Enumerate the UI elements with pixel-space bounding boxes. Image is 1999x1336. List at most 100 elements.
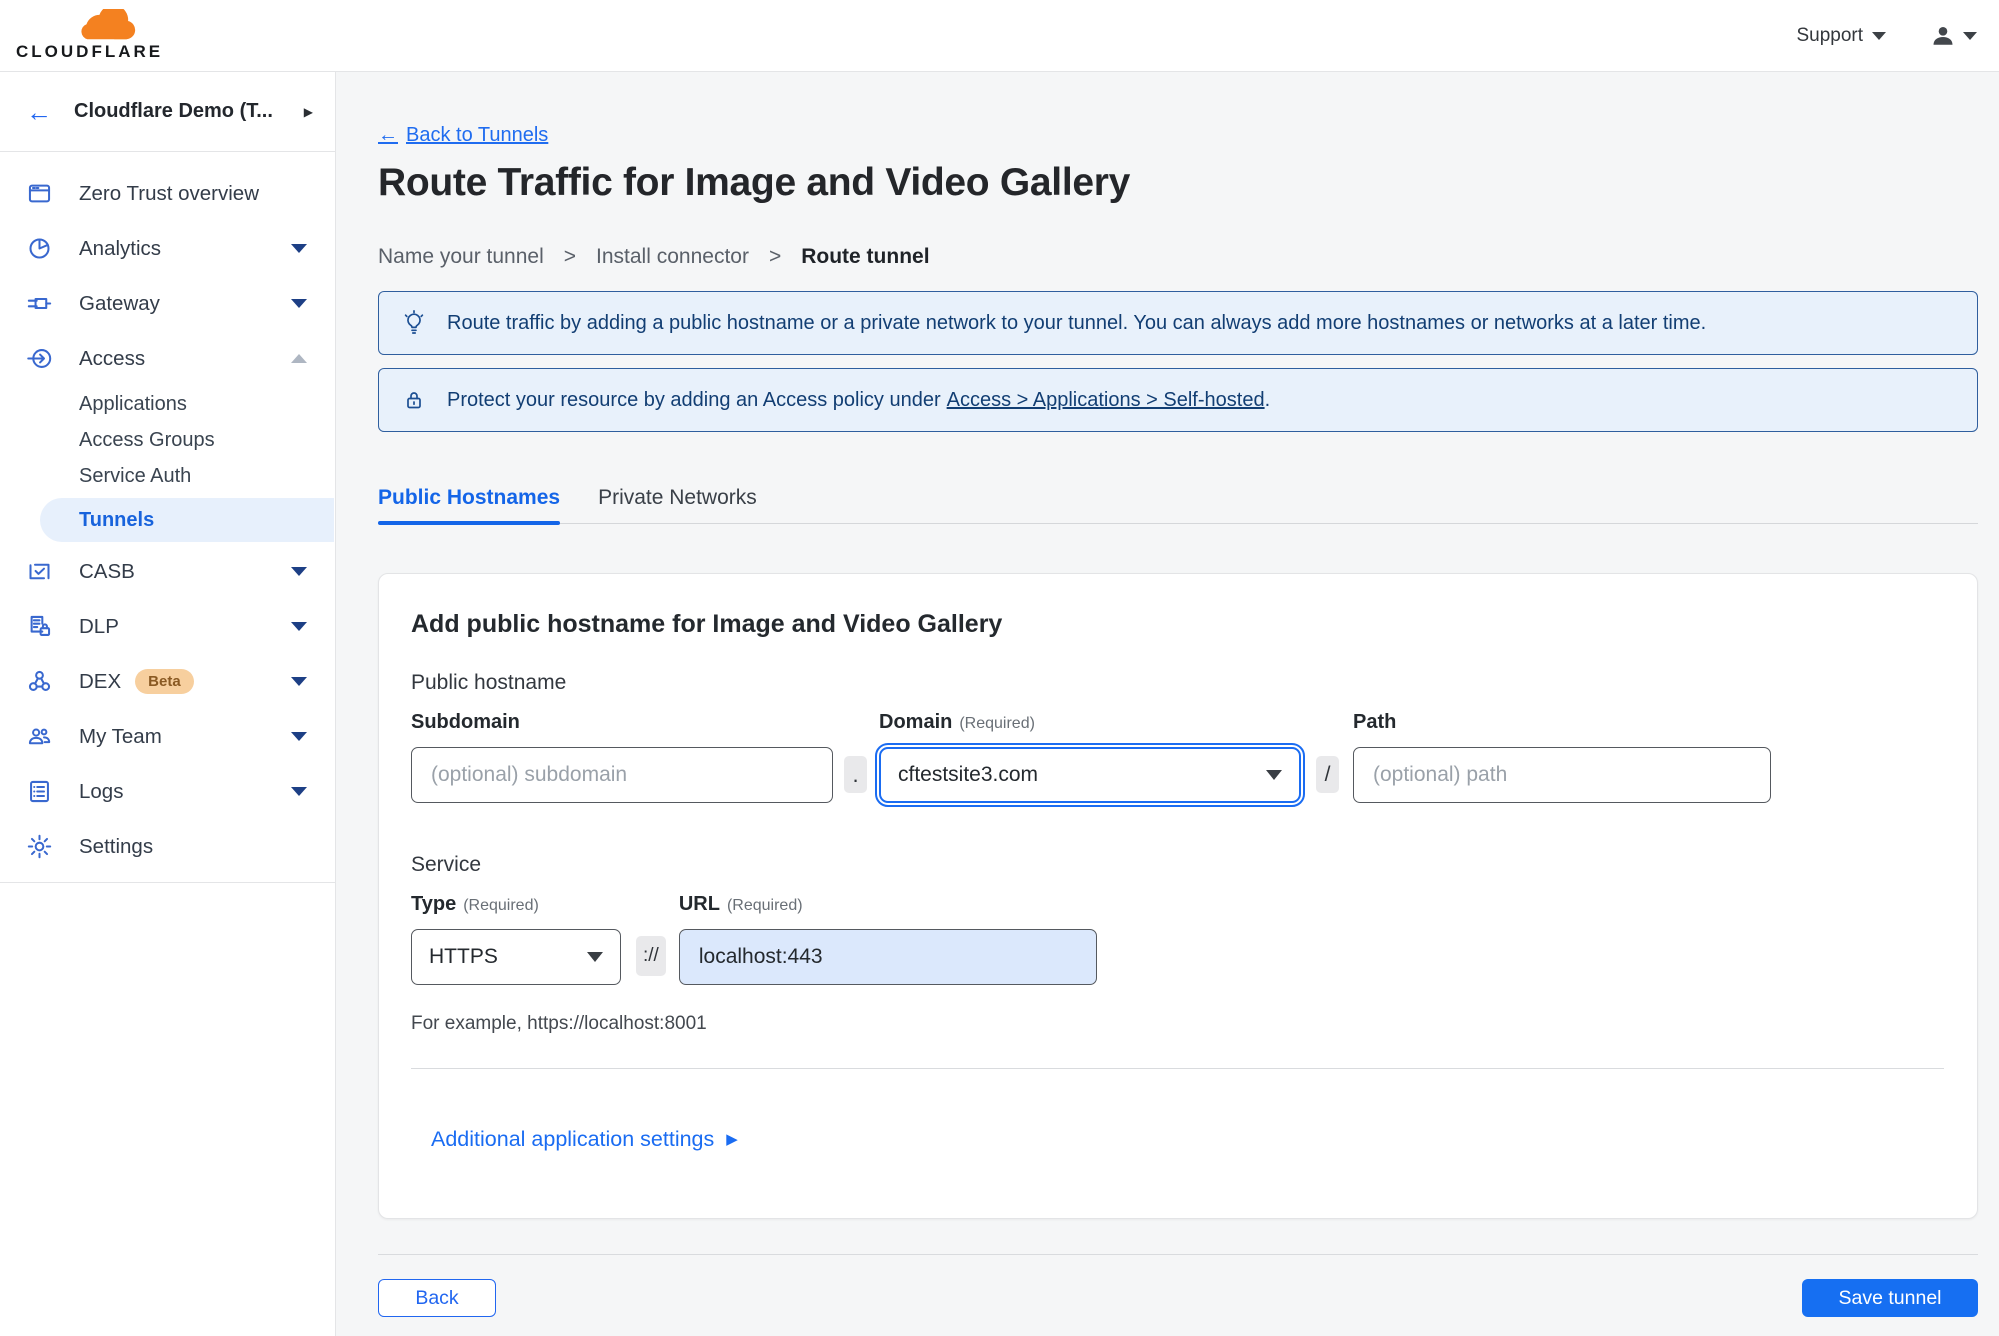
path-label: Path (1353, 711, 1397, 733)
step-name-your-tunnel: Name your tunnel (378, 245, 544, 268)
info-banner-access-policy: Protect your resource by adding an Acces… (378, 368, 1978, 432)
type-label: Type (411, 893, 457, 915)
lightbulb-icon (401, 310, 427, 336)
cloudflare-logo[interactable]: CLOUDFLARE (16, 4, 164, 62)
account-name: Cloudflare Demo (T... (74, 100, 273, 122)
chevron-down-icon (291, 567, 307, 576)
top-header: CLOUDFLARE Support (0, 0, 1999, 72)
caret-down-icon (587, 952, 603, 962)
tab-bar: Public Hostnames Private Networks (378, 486, 1978, 525)
protocol-separator: :// (636, 936, 666, 976)
type-selected-value: HTTPS (429, 945, 498, 968)
banner-text: Protect your resource by adding an Acces… (447, 388, 941, 411)
account-switcher[interactable]: ← Cloudflare Demo (T... ▶ (0, 72, 335, 152)
support-menu[interactable]: Support (1796, 25, 1886, 47)
hostname-field-row: Subdomain . Domain (Required) cftestsite3… (411, 711, 1944, 807)
logs-icon (26, 778, 53, 805)
cloudflare-cloud-icon (70, 4, 163, 42)
chevron-down-icon (1872, 31, 1886, 40)
user-menu[interactable] (1930, 23, 1977, 49)
back-button[interactable]: Back (378, 1279, 496, 1317)
sidebar-divider (0, 882, 335, 883)
url-label: URL (678, 893, 720, 915)
subdomain-input[interactable] (411, 747, 833, 803)
sidebar-item-my-team[interactable]: My Team (0, 709, 335, 764)
service-type-select[interactable]: HTTPS (411, 929, 621, 985)
caret-down-icon (1266, 770, 1282, 780)
chevron-up-icon (291, 354, 307, 363)
sidebar-item-access-groups[interactable]: Access Groups (0, 422, 335, 458)
dot-separator: . (844, 756, 867, 793)
dex-label: DEX (79, 669, 122, 693)
add-public-hostname-card: Add public hostname for Image and Video … (378, 573, 1978, 1219)
card-title: Add public hostname for Image and Video … (411, 610, 1003, 638)
caret-right-icon: ▶ (726, 1131, 738, 1148)
chevron-down-icon (1963, 31, 1977, 40)
chevron-down-icon (291, 244, 307, 253)
pie-chart-icon (26, 235, 53, 262)
footer-divider (378, 1254, 1978, 1255)
window-icon (26, 180, 53, 207)
step-install-connector: Install connector (596, 245, 749, 268)
tab-public-hostnames[interactable]: Public Hostnames (378, 486, 561, 525)
sidebar-item-zero-trust-overview[interactable]: Zero Trust overview (0, 166, 335, 221)
path-input[interactable] (1353, 747, 1771, 803)
main-content: ← Back to Tunnels Route Traffic for Imag… (336, 72, 1999, 1336)
sidebar-item-gateway[interactable]: Gateway (0, 276, 335, 331)
sidebar-item-analytics[interactable]: Analytics (0, 221, 335, 276)
chevron-down-icon (291, 299, 307, 308)
breadcrumb: Name your tunnel > Install connector > R… (378, 245, 1978, 269)
person-icon (1930, 23, 1956, 49)
sidebar-item-dex[interactable]: DEX Beta (0, 654, 335, 709)
service-field-row: Type (Required) HTTPS :// URL (Required) (411, 893, 1944, 985)
banner-text-suffix: . (1264, 388, 1271, 411)
footer-actions: Back Save tunnel (378, 1279, 1978, 1317)
card-divider (411, 1068, 1944, 1069)
chevron-down-icon (291, 677, 307, 686)
back-arrow-icon: ← (378, 124, 398, 146)
chevron-down-icon (291, 622, 307, 631)
back-to-tunnels-link[interactable]: ← Back to Tunnels (378, 124, 548, 147)
access-icon (26, 345, 53, 372)
lock-icon (401, 387, 427, 413)
service-section-label: Service (411, 853, 482, 876)
required-label: (Required) (726, 897, 803, 914)
url-example-hint: For example, https://localhost:8001 (411, 1013, 707, 1034)
chevron-right-icon: ▶ (303, 104, 313, 119)
chevron-down-icon (291, 732, 307, 741)
breadcrumb-separator: > (768, 245, 782, 268)
save-tunnel-button[interactable]: Save tunnel (1802, 1279, 1978, 1317)
step-route-tunnel: Route tunnel (801, 245, 930, 268)
domain-selected-value: cftestsite3.com (898, 763, 1039, 786)
required-label: (Required) (959, 715, 1035, 732)
sidebar-item-service-auth[interactable]: Service Auth (0, 458, 335, 494)
beta-badge: Beta (135, 669, 194, 694)
access-subnav: Applications Access Groups Service Auth … (0, 386, 335, 542)
additional-application-settings-toggle[interactable]: Additional application settings ▶ (431, 1127, 738, 1152)
document-lock-icon (26, 613, 53, 640)
breadcrumb-separator: > (563, 245, 577, 268)
sidebar-item-dlp[interactable]: DLP (0, 599, 335, 654)
tab-private-networks[interactable]: Private Networks (598, 486, 757, 523)
slash-separator: / (1316, 756, 1339, 793)
team-icon (26, 723, 53, 750)
banner-text: Route traffic by adding a public hostnam… (447, 311, 1707, 334)
public-hostname-section-label: Public hostname (411, 671, 567, 694)
sidebar-item-tunnels[interactable]: Tunnels (40, 498, 334, 542)
url-input[interactable] (678, 929, 1097, 985)
sidebar-item-applications[interactable]: Applications (0, 386, 335, 422)
sidebar-item-access[interactable]: Access (0, 331, 335, 386)
cloudflare-wordmark: CLOUDFLARE (16, 42, 164, 61)
gear-icon (26, 833, 53, 860)
support-label: Support (1796, 24, 1863, 46)
page-title: Route Traffic for Image and Video Galler… (378, 161, 1131, 204)
domain-label: Domain (879, 711, 953, 733)
sidebar-item-settings[interactable]: Settings (0, 819, 335, 874)
access-applications-self-hosted-link[interactable]: Access > Applications > Self-hosted (947, 389, 1265, 411)
sidebar-item-logs[interactable]: Logs (0, 764, 335, 819)
sidebar: ← Cloudflare Demo (T... ▶ Zero Trust ove… (0, 72, 336, 1336)
gateway-icon (26, 290, 53, 317)
domain-select[interactable]: cftestsite3.com (875, 743, 1305, 807)
sidebar-item-casb[interactable]: CASB (0, 544, 335, 599)
back-arrow-icon: ← (26, 96, 52, 127)
